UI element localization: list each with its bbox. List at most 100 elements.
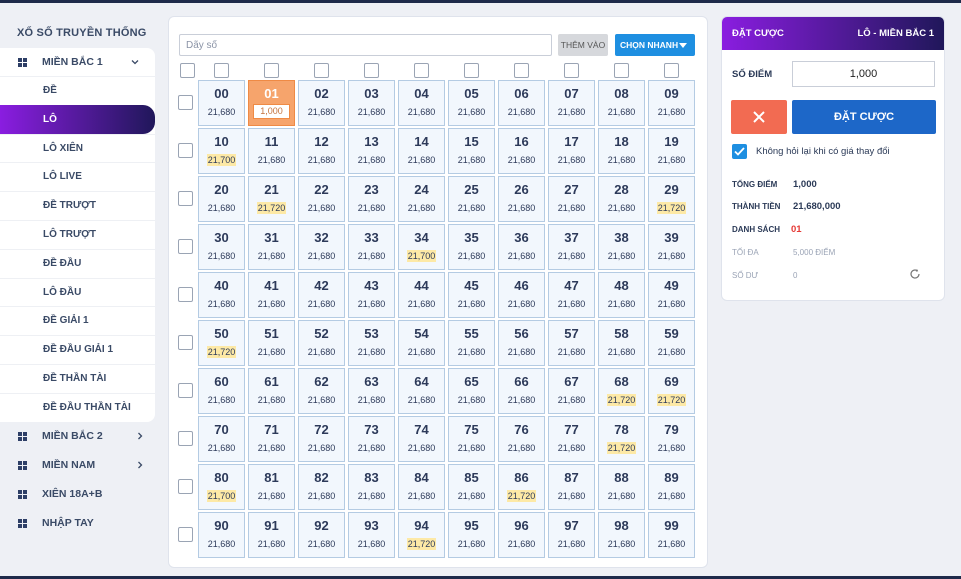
number-cell[interactable]: 11 21,680: [248, 128, 295, 174]
number-cell[interactable]: 12 21,680: [298, 128, 345, 174]
number-cell[interactable]: 77 21,680: [548, 416, 595, 462]
number-cell[interactable]: 53 21,680: [348, 320, 395, 366]
column-checkbox[interactable]: [214, 63, 229, 78]
row-checkbox[interactable]: [178, 191, 193, 206]
column-checkbox[interactable]: [514, 63, 529, 78]
column-checkbox[interactable]: [364, 63, 379, 78]
number-cell[interactable]: 23 21,680: [348, 176, 395, 222]
number-cell[interactable]: 76 21,680: [498, 416, 545, 462]
row-checkbox[interactable]: [178, 431, 193, 446]
number-cell[interactable]: 57 21,680: [548, 320, 595, 366]
row-checkbox[interactable]: [178, 383, 193, 398]
number-cell[interactable]: 78 21,720: [598, 416, 645, 462]
number-cell[interactable]: 75 21,680: [448, 416, 495, 462]
number-cell[interactable]: 47 21,680: [548, 272, 595, 318]
number-sequence-input[interactable]: [179, 34, 552, 56]
number-cell[interactable]: 06 21,680: [498, 80, 545, 126]
number-cell[interactable]: 55 21,680: [448, 320, 495, 366]
number-cell[interactable]: 79 21,680: [648, 416, 695, 462]
number-cell[interactable]: 86 21,720: [498, 464, 545, 510]
number-cell[interactable]: 33 21,680: [348, 224, 395, 270]
number-cell[interactable]: 65 21,680: [448, 368, 495, 414]
column-checkbox[interactable]: [614, 63, 629, 78]
sidebar-group-header[interactable]: MIỀN BẮC 1: [0, 48, 155, 76]
number-cell[interactable]: 90 21,680: [198, 512, 245, 558]
number-cell[interactable]: 44 21,680: [398, 272, 445, 318]
row-checkbox[interactable]: [178, 287, 193, 302]
number-cell[interactable]: 66 21,680: [498, 368, 545, 414]
number-cell[interactable]: 36 21,680: [498, 224, 545, 270]
number-cell[interactable]: 27 21,680: [548, 176, 595, 222]
sidebar-item[interactable]: LÔ TRƯỢT: [0, 219, 155, 249]
number-cell[interactable]: 01 1,000: [248, 80, 295, 126]
number-cell[interactable]: 34 21,700: [398, 224, 445, 270]
number-cell[interactable]: 10 21,700: [198, 128, 245, 174]
sidebar-group[interactable]: MIỀN NAM: [0, 451, 160, 480]
number-cell[interactable]: 95 21,680: [448, 512, 495, 558]
number-cell[interactable]: 00 21,680: [198, 80, 245, 126]
bet-amount-field[interactable]: 1,000: [253, 104, 290, 119]
number-cell[interactable]: 87 21,680: [548, 464, 595, 510]
number-cell[interactable]: 18 21,680: [598, 128, 645, 174]
number-cell[interactable]: 42 21,680: [298, 272, 345, 318]
number-cell[interactable]: 32 21,680: [298, 224, 345, 270]
number-cell[interactable]: 30 21,680: [198, 224, 245, 270]
number-cell[interactable]: 20 21,680: [198, 176, 245, 222]
number-cell[interactable]: 82 21,680: [298, 464, 345, 510]
number-cell[interactable]: 51 21,680: [248, 320, 295, 366]
number-cell[interactable]: 96 21,680: [498, 512, 545, 558]
number-cell[interactable]: 80 21,700: [198, 464, 245, 510]
row-checkbox[interactable]: [178, 143, 193, 158]
number-cell[interactable]: 89 21,680: [648, 464, 695, 510]
number-cell[interactable]: 97 21,680: [548, 512, 595, 558]
number-cell[interactable]: 91 21,680: [248, 512, 295, 558]
row-checkbox[interactable]: [178, 239, 193, 254]
place-bet-button[interactable]: ĐẶT CƯỢC: [792, 100, 936, 134]
number-cell[interactable]: 63 21,680: [348, 368, 395, 414]
number-cell[interactable]: 31 21,680: [248, 224, 295, 270]
number-cell[interactable]: 81 21,680: [248, 464, 295, 510]
number-cell[interactable]: 68 21,720: [598, 368, 645, 414]
number-cell[interactable]: 41 21,680: [248, 272, 295, 318]
number-cell[interactable]: 13 21,680: [348, 128, 395, 174]
number-cell[interactable]: 14 21,680: [398, 128, 445, 174]
column-checkbox[interactable]: [564, 63, 579, 78]
number-cell[interactable]: 38 21,680: [598, 224, 645, 270]
number-cell[interactable]: 72 21,680: [298, 416, 345, 462]
sidebar-item[interactable]: ĐỀ ĐẦU THẦN TÀI: [0, 392, 155, 422]
number-cell[interactable]: 54 21,680: [398, 320, 445, 366]
sidebar-item[interactable]: ĐỀ TRƯỢT: [0, 191, 155, 220]
row-checkbox[interactable]: [178, 527, 193, 542]
number-cell[interactable]: 09 21,680: [648, 80, 695, 126]
sidebar-item[interactable]: LÔ XIÊN: [0, 133, 155, 163]
number-cell[interactable]: 61 21,680: [248, 368, 295, 414]
select-all-checkbox[interactable]: [180, 63, 195, 78]
number-cell[interactable]: 52 21,680: [298, 320, 345, 366]
number-cell[interactable]: 03 21,680: [348, 80, 395, 126]
row-checkbox[interactable]: [178, 95, 193, 110]
number-cell[interactable]: 21 21,720: [248, 176, 295, 222]
quick-select-button[interactable]: CHỌN NHANH: [615, 34, 695, 56]
number-cell[interactable]: 56 21,680: [498, 320, 545, 366]
number-cell[interactable]: 16 21,680: [498, 128, 545, 174]
column-checkbox[interactable]: [464, 63, 479, 78]
sidebar-group[interactable]: XIÊN 18A+B: [0, 480, 160, 509]
sidebar-item[interactable]: LÔ LIVE: [0, 162, 155, 191]
number-cell[interactable]: 70 21,680: [198, 416, 245, 462]
number-cell[interactable]: 17 21,680: [548, 128, 595, 174]
sidebar-item[interactable]: ĐỀ ĐẦU: [0, 248, 155, 278]
column-checkbox[interactable]: [664, 63, 679, 78]
number-cell[interactable]: 08 21,680: [598, 80, 645, 126]
column-checkbox[interactable]: [314, 63, 329, 78]
number-cell[interactable]: 48 21,680: [598, 272, 645, 318]
column-checkbox[interactable]: [264, 63, 279, 78]
number-cell[interactable]: 50 21,720: [198, 320, 245, 366]
number-cell[interactable]: 45 21,680: [448, 272, 495, 318]
number-cell[interactable]: 26 21,680: [498, 176, 545, 222]
number-cell[interactable]: 59 21,680: [648, 320, 695, 366]
row-checkbox[interactable]: [178, 335, 193, 350]
number-cell[interactable]: 62 21,680: [298, 368, 345, 414]
number-cell[interactable]: 22 21,680: [298, 176, 345, 222]
number-cell[interactable]: 98 21,680: [598, 512, 645, 558]
number-cell[interactable]: 85 21,680: [448, 464, 495, 510]
